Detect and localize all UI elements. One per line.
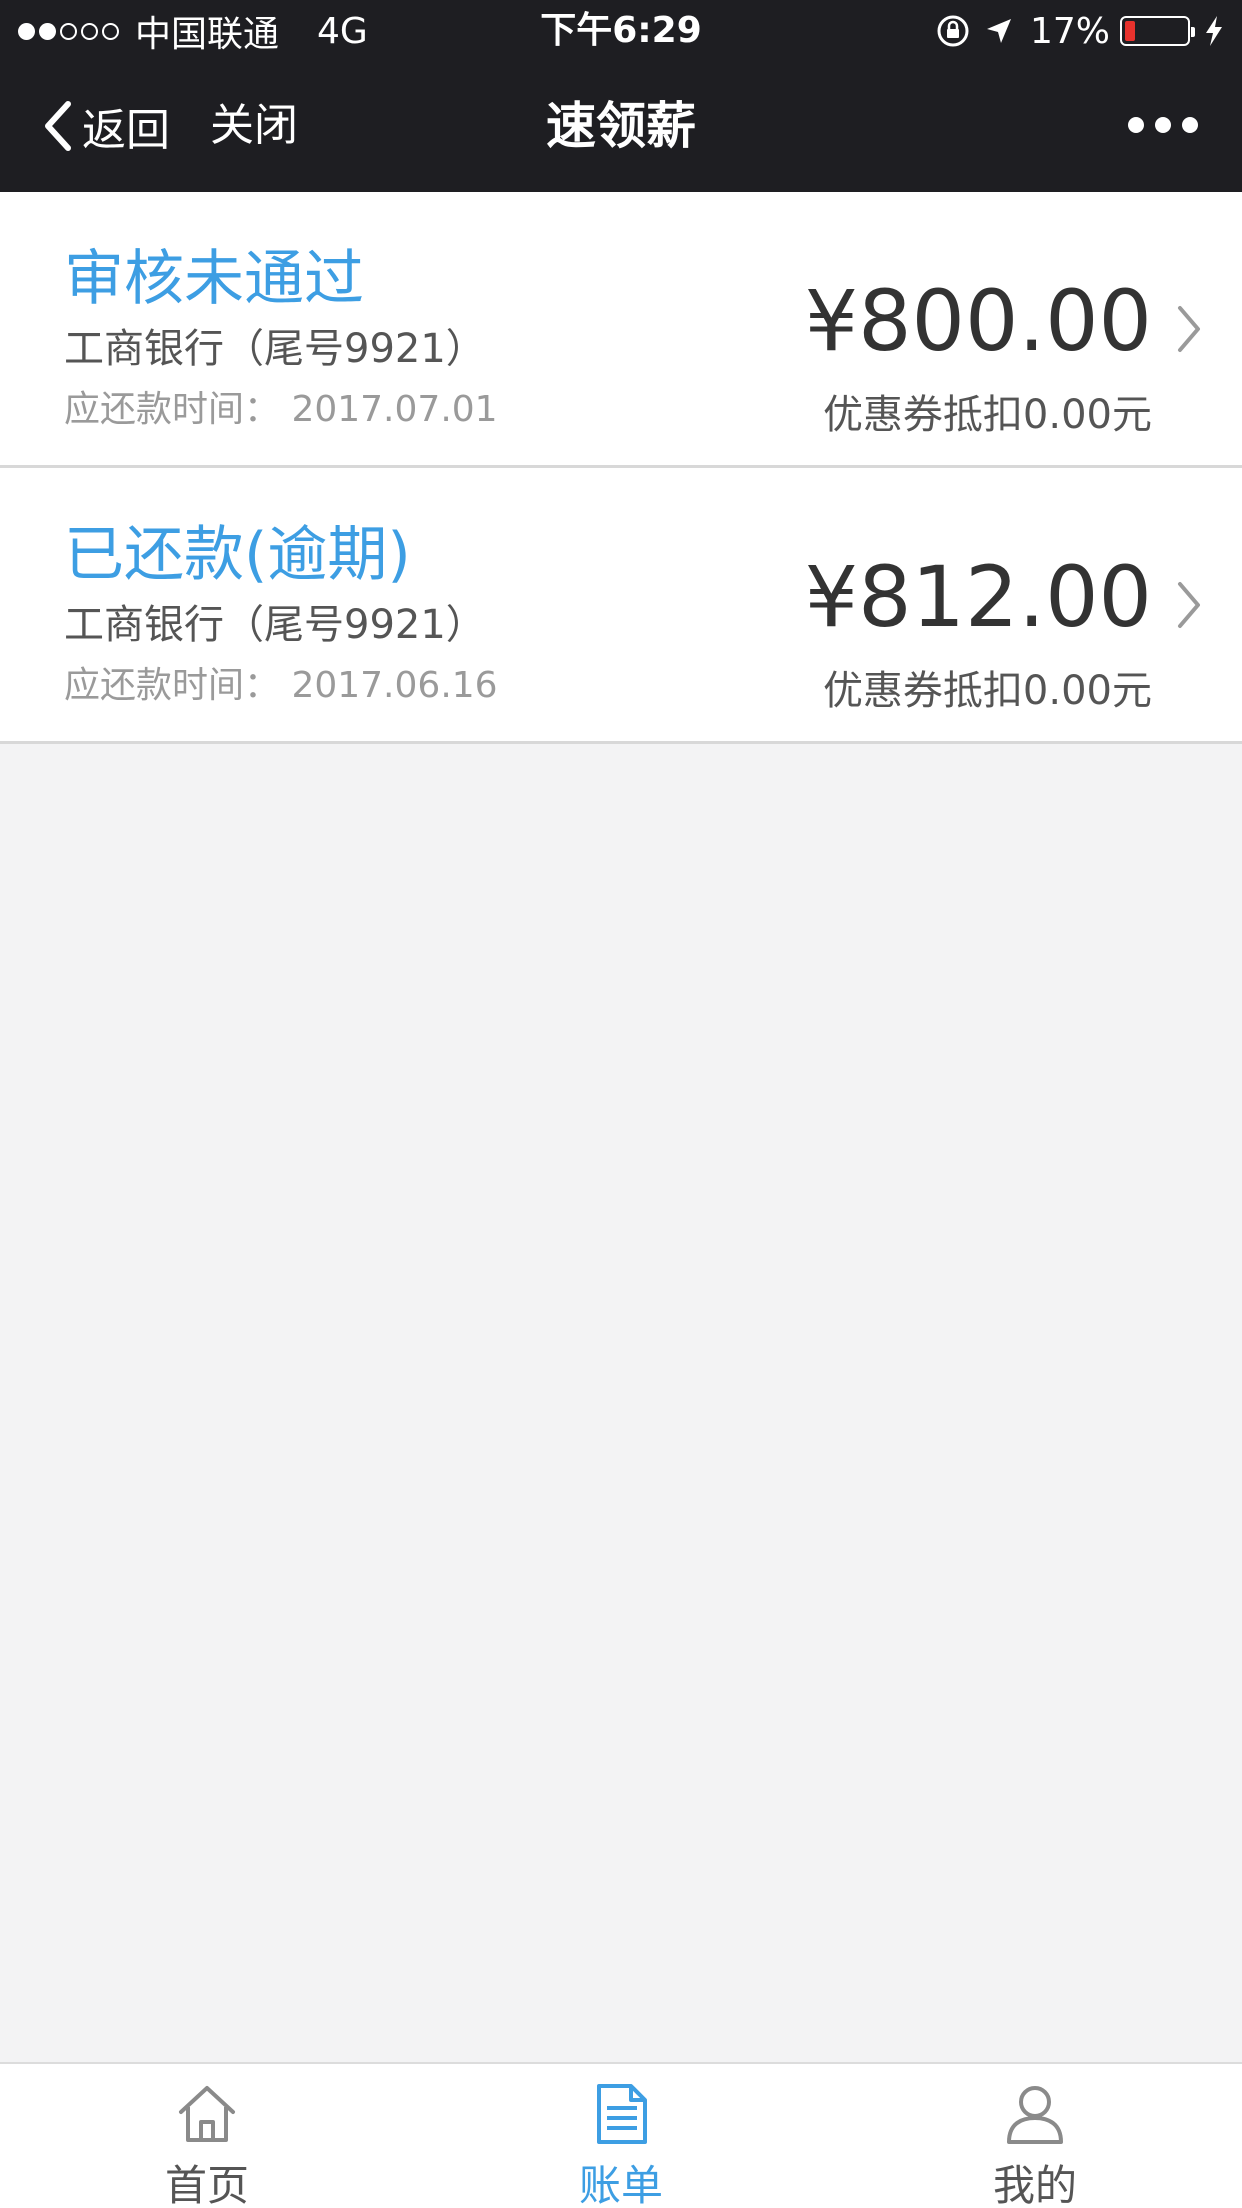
status-bar: 中国联通 4G 下午6:29 17%: [0, 0, 1242, 62]
tab-bills[interactable]: 账单: [414, 2064, 828, 2208]
orientation-lock-icon: [936, 14, 970, 48]
more-dots-icon[interactable]: [1128, 110, 1198, 140]
bill-amount: ¥812.00: [804, 548, 1152, 646]
page-title: 速领薪: [546, 97, 696, 155]
bill-list: 审核未通过 工商银行（尾号9921） 应还款时间： 2017.07.01 ¥80…: [0, 192, 1242, 744]
tab-profile-label: 我的: [992, 2161, 1077, 2208]
bill-document-icon: [597, 2084, 647, 2144]
tab-home-label: 首页: [164, 2161, 249, 2208]
user-profile-icon: [1007, 2086, 1063, 2144]
battery-icon: [1120, 16, 1195, 46]
charging-bolt-icon: [1204, 15, 1224, 47]
bill-item[interactable]: 审核未通过 工商银行（尾号9921） 应还款时间： 2017.07.01 ¥80…: [0, 192, 1242, 468]
more-dot: [1182, 117, 1198, 133]
bill-due-date: 应还款时间： 2017.07.01: [64, 389, 498, 430]
tab-bar: 首页 账单 我的: [0, 2062, 1242, 2208]
more-dot: [1128, 117, 1144, 133]
bill-bank: 工商银行（尾号9921）: [64, 602, 486, 648]
location-arrow-icon: [984, 16, 1014, 46]
status-bar-right: 17%: [922, 8, 1224, 54]
tab-profile[interactable]: 我的: [828, 2064, 1242, 2208]
bill-status: 审核未通过: [64, 244, 364, 314]
bill-coupon-deduction: 优惠券抵扣0.00元: [822, 392, 1152, 438]
chevron-right-icon: [1178, 306, 1200, 352]
nav-bar: 返回 关闭 速领薪: [0, 62, 1242, 192]
tab-bills-label: 账单: [578, 2161, 663, 2208]
bill-coupon-deduction: 优惠券抵扣0.00元: [822, 668, 1152, 714]
battery-level: [1125, 21, 1135, 41]
bill-bank: 工商银行（尾号9921）: [64, 326, 486, 372]
home-icon: [179, 2086, 235, 2142]
chevron-right-icon: [1178, 582, 1200, 628]
bill-due-date: 应还款时间： 2017.06.16: [64, 665, 498, 706]
app-screen: 中国联通 4G 下午6:29 17% 返回 关闭 速领薪 审核未通过 工商银行（…: [0, 0, 1242, 2208]
tab-home[interactable]: 首页: [0, 2064, 414, 2208]
bill-amount: ¥800.00: [804, 272, 1152, 370]
battery-percent: 17%: [1029, 10, 1110, 52]
bill-status: 已还款(逾期): [64, 520, 411, 590]
more-dot: [1155, 117, 1171, 133]
bill-item[interactable]: 已还款(逾期) 工商银行（尾号9921） 应还款时间： 2017.06.16 ¥…: [0, 468, 1242, 744]
